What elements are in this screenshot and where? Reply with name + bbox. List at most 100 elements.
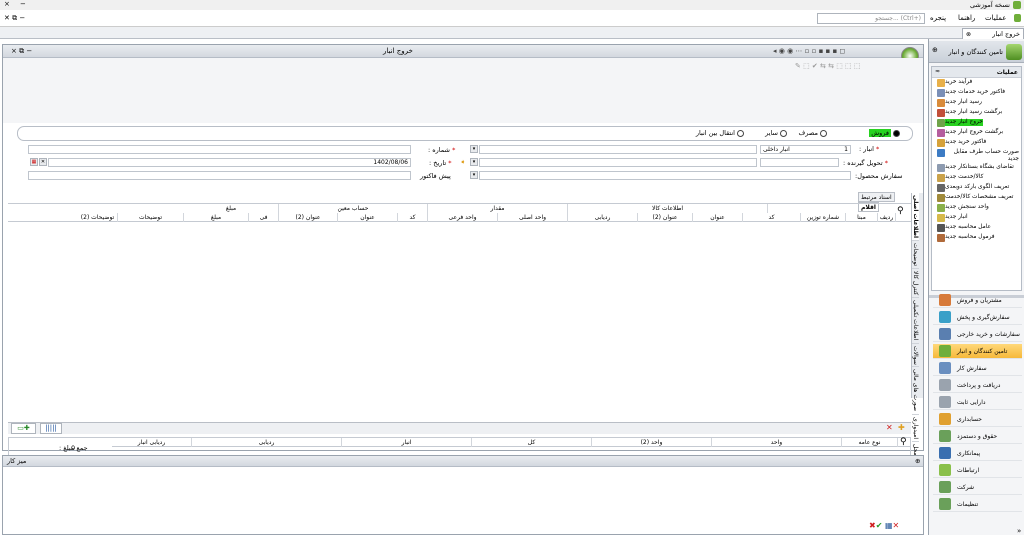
vtab-main-info[interactable]: اطلاعات اصلی (912, 193, 919, 242)
lower-search-icon[interactable]: ⚲ (900, 437, 907, 447)
lower-col-unit-2[interactable]: واحد (2) (592, 438, 712, 447)
nav-item[interactable]: مشتریان و فروش (933, 293, 1022, 308)
add-row-button[interactable]: ▭✚ (11, 423, 36, 434)
op-item[interactable]: عامل محاسبه جدید (932, 223, 1021, 233)
invoice-field[interactable] (28, 171, 411, 180)
grid-search-icon[interactable]: ⚲ (897, 206, 904, 216)
menu-window[interactable]: پنجره (930, 14, 946, 22)
op-item[interactable]: برگشت رسید انبار جدید (932, 108, 1021, 118)
col-sub-unit[interactable]: واحد فرعی (428, 213, 498, 222)
col-main-unit[interactable]: واحد اصلی (498, 213, 568, 222)
col-account-code[interactable]: کد (398, 213, 428, 222)
col-row[interactable]: ردیف (878, 213, 896, 222)
op-item[interactable]: تعریف الگوی بارکد دوبعدی (932, 183, 1021, 193)
pin-icon[interactable]: ⊕ (932, 46, 938, 54)
col-account-title-2[interactable]: عنوان (2) (279, 213, 338, 222)
radio-sale[interactable]: فروش (869, 129, 900, 137)
op-item[interactable]: فرمول محاسبه جدید (932, 233, 1021, 243)
nav-toolbar-icons[interactable]: ◂ ◉ ◉ ⋯ ▫ ▫ ▪ ▪ ▪ ◻ (773, 47, 845, 55)
tab-close-icon[interactable]: ⊗ (966, 31, 971, 38)
date-field[interactable]: 1402/08/06 (48, 158, 411, 167)
vtab-hope[interactable]: امیدواری (912, 415, 919, 442)
tab-related-docs[interactable]: اسناد مرتبط (858, 192, 895, 202)
warehouse-field[interactable]: انبار داخلی 1 (760, 145, 851, 154)
vtab-questions[interactable]: سوالات (912, 344, 919, 368)
nav-item[interactable]: حقوق و دستمزد (933, 429, 1022, 444)
vtab-description[interactable]: توضیحات (912, 241, 919, 270)
add-item-icon[interactable]: ✚ (898, 423, 905, 432)
nav-item[interactable]: حسابداری (933, 412, 1022, 427)
col-description-2[interactable]: توضیحات (2) (78, 213, 118, 222)
lower-col-type[interactable]: نوع عامه (842, 438, 898, 447)
nav-item[interactable]: سفارش کار (933, 361, 1022, 376)
warehouse-name-field[interactable] (479, 145, 757, 154)
product-order-field[interactable] (479, 171, 851, 180)
nav-item[interactable]: تنظیمات (933, 497, 1022, 512)
window-close-icon[interactable]: ✕ ⧉ − (4, 14, 25, 23)
radio-transfer[interactable]: انتقال بین انبار (696, 129, 744, 137)
number-field[interactable] (28, 145, 411, 154)
op-item[interactable]: رسید انبار جدید (932, 98, 1021, 108)
vtab-financial[interactable]: صورت های مالی (912, 367, 919, 415)
workbench-actions[interactable]: ✖✔ ▦✕ (869, 521, 899, 530)
lower-col-tracking[interactable]: ردیابی (192, 438, 342, 447)
vtab-goods-control[interactable]: کنترل کالا (912, 269, 919, 299)
op-item[interactable]: صورت حساب طرف مقابل جدید (932, 148, 1021, 163)
menu-help[interactable]: راهنما (958, 14, 975, 22)
calendar-icon[interactable]: ▦ (30, 158, 38, 166)
close-window-button[interactable]: × (4, 0, 10, 8)
col-account-title[interactable]: عنوان (338, 213, 398, 222)
op-item[interactable]: واحد سنجش جدید (932, 203, 1021, 213)
op-item[interactable]: خروج انبار جدید (932, 118, 1021, 128)
nav-item[interactable]: ارتباطات (933, 463, 1022, 478)
col-code[interactable]: کد (743, 213, 801, 222)
warehouse-dropdown-icon[interactable]: ▾ (470, 145, 478, 153)
receiver-name-field[interactable] (479, 158, 757, 167)
op-item[interactable]: فاکتور خرید خدمات جدید (932, 88, 1021, 98)
nav-item[interactable]: دارایی ثابت (933, 395, 1022, 410)
col-weigh-number[interactable]: شماره توزین (801, 213, 846, 222)
delete-row-icon[interactable]: ✕ (886, 423, 893, 432)
op-item[interactable]: کالا/خدمت جدید (932, 173, 1021, 183)
col-title[interactable]: عنوان (693, 213, 743, 222)
op-item[interactable]: تعریف مشخصات کالا/خدمت (932, 193, 1021, 203)
date-clear-icon[interactable]: ✕ (39, 158, 47, 166)
op-item[interactable]: برگشت خروج انبار جدید (932, 128, 1021, 138)
lower-col-unit[interactable]: واحد (712, 438, 842, 447)
nav-item[interactable]: تامین کنندگان و انبار (933, 344, 1022, 359)
col-basis[interactable]: مبنا (846, 213, 878, 222)
nav-item[interactable]: شرکت (933, 480, 1022, 495)
col-description[interactable]: توضیحات (118, 213, 184, 222)
nav-item[interactable]: دریافت و پرداخت (933, 378, 1022, 393)
col-unit-price[interactable]: فی (249, 213, 279, 222)
tab-warehouse-exit[interactable]: ⊗ خروج انبار (962, 28, 1024, 39)
col-title-2[interactable]: عنوان (2) (638, 213, 693, 222)
expand-more-icon[interactable]: » (1017, 527, 1021, 535)
receiver-dropdown-icon[interactable]: ▾ (470, 158, 478, 166)
nav-item[interactable]: سفارشات و خرید خارجی (933, 327, 1022, 342)
op-item[interactable]: تقاضای بشگاه بستانکار جدید (932, 163, 1021, 173)
radio-other[interactable]: سایر (765, 129, 787, 137)
collapse-icon[interactable]: ≈ (935, 68, 940, 75)
lower-col-total[interactable]: کل (472, 438, 592, 447)
toolbar-action-icons[interactable]: ✎ ⬚ ✔ ⇆ ⇆ ⬚ ⬚ ⬚ (795, 62, 861, 70)
barcode-icon[interactable]: ||||| (40, 423, 62, 434)
menu-operations[interactable]: عملیات (985, 14, 1006, 22)
col-tracking[interactable]: ردیابی (568, 213, 638, 222)
receiver-code-field[interactable] (760, 158, 839, 167)
nav-item[interactable]: سفارش‌گیری و پخش (933, 310, 1022, 325)
op-item[interactable]: فرآیند خرید (932, 78, 1021, 88)
lower-col-warehouse[interactable]: انبار (342, 438, 472, 447)
receiver-lookup-icon[interactable]: ➧ (460, 158, 466, 166)
col-amount[interactable]: مبلغ (184, 213, 249, 222)
nav-item[interactable]: پیمانکاری (933, 446, 1022, 461)
product-order-dropdown-icon[interactable]: ▾ (470, 171, 478, 179)
minimize-window-button[interactable]: − (20, 0, 26, 8)
window-controls[interactable]: × ⧉ − (11, 47, 32, 56)
search-input[interactable]: جستجو... (Ctrl+) (817, 13, 925, 24)
op-item[interactable]: انبار جدید (932, 213, 1021, 223)
lower-col-tracking-warehouse[interactable]: ردیابی انبار (112, 438, 192, 447)
op-item[interactable]: فاکتور خرید جدید (932, 138, 1021, 148)
radio-consumption[interactable]: مصرف (799, 129, 827, 137)
pin-icon[interactable]: ⊕ (915, 457, 920, 465)
